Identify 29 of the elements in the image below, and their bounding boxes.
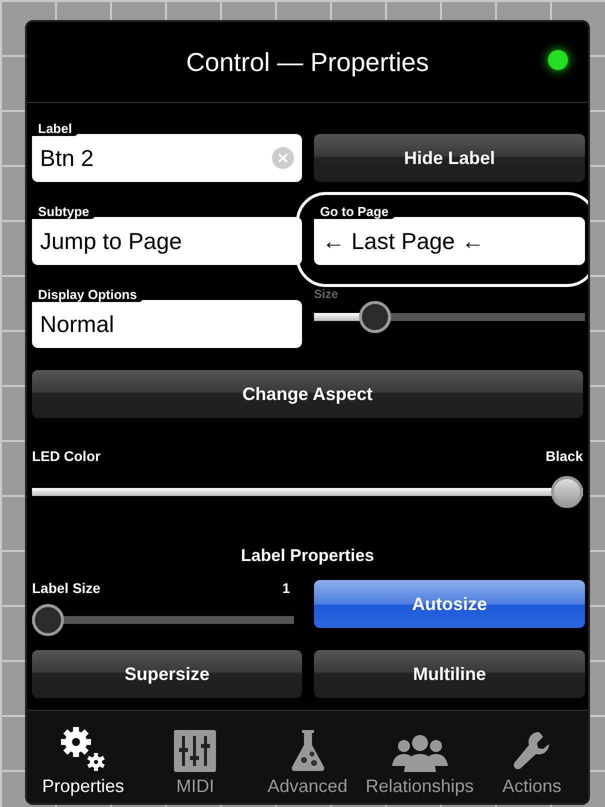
field-label: Subtype (32, 204, 96, 219)
option-button[interactable]: Multiline (314, 650, 585, 698)
slider-label: Label Size (32, 580, 100, 596)
sliders-icon (174, 730, 216, 772)
tab[interactable]: Relationships (364, 711, 476, 803)
slider-thumb[interactable] (32, 604, 64, 636)
input-field[interactable]: Btn 2 (32, 134, 302, 182)
tab[interactable]: Actions (476, 711, 588, 803)
field-label: Go to Page (314, 204, 395, 219)
slider-thumb[interactable] (359, 301, 392, 333)
option-button[interactable]: Supersize (32, 650, 302, 698)
hide-label-button[interactable]: Hide Label (314, 134, 585, 182)
slider-label: Size (314, 287, 338, 301)
tab[interactable]: Properties (27, 711, 140, 803)
people-icon (392, 734, 448, 772)
panel-title: Control — Properties (186, 46, 429, 78)
slider-value: Black (546, 448, 583, 464)
change-aspect-button[interactable]: Change Aspect (32, 370, 583, 418)
field-label: Display Options (32, 287, 143, 302)
section-title: Label Properties (240, 546, 376, 566)
wrench-icon (512, 730, 552, 772)
slider-thumb[interactable] (551, 476, 583, 508)
slider-value: 1 (282, 580, 290, 596)
option-button[interactable]: Autosize (314, 580, 585, 628)
flask-icon (290, 728, 326, 772)
field-label: Label (32, 121, 78, 136)
tab[interactable]: Advanced (251, 711, 364, 803)
tab[interactable]: MIDI (139, 711, 252, 803)
slider-label: LED Color (32, 448, 100, 464)
